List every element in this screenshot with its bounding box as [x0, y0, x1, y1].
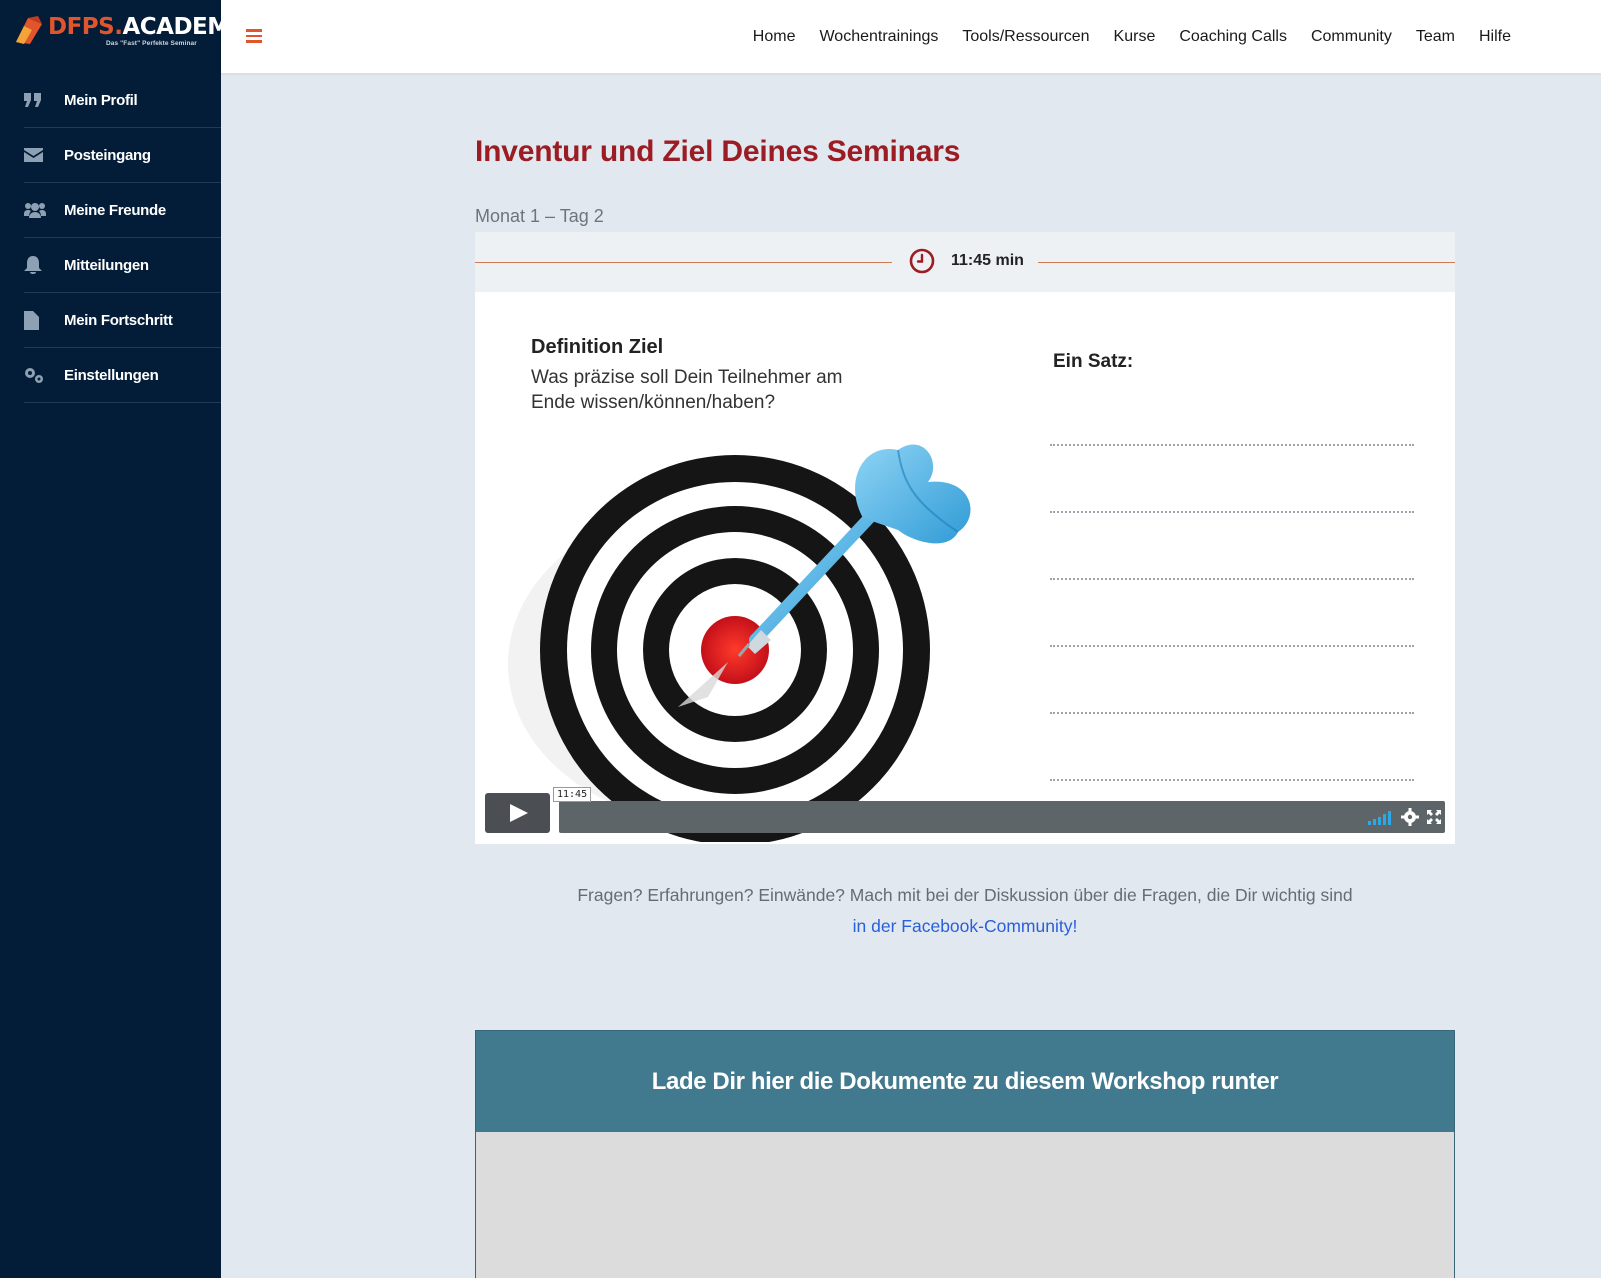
nav-hilfe[interactable]: Hilfe: [1479, 28, 1511, 46]
documents-box: Lade Dir hier die Dokumente zu diesem Wo…: [475, 1030, 1455, 1278]
menu-toggle-icon[interactable]: [246, 29, 262, 43]
duration-bar: 11:45 min: [475, 232, 1455, 292]
lesson-subtitle: Monat 1 – Tag 2: [475, 206, 604, 226]
brand-logo[interactable]: DFPS.ACADEMY Das "Fast" Perfekte Seminar: [14, 12, 246, 52]
main-nav: Home Wochentrainings Tools/Ressourcen Ku…: [753, 0, 1511, 73]
duration-label: 11:45 min: [951, 252, 1024, 269]
video-player[interactable]: Definition Ziel Was präzise soll Dein Te…: [475, 292, 1455, 844]
nav-community[interactable]: Community: [1311, 28, 1392, 46]
sidebar: DFPS.ACADEMY Das "Fast" Perfekte Seminar…: [0, 0, 246, 1278]
users-icon: [24, 200, 64, 220]
slide-question: Was präzise soll Dein Teilnehmer am Ende…: [531, 367, 843, 413]
nav-home[interactable]: Home: [753, 28, 796, 46]
facebook-community-link[interactable]: in der Facebook-Community!: [853, 916, 1078, 936]
brand-wordmark: DFPS.ACADEMY: [48, 14, 246, 40]
slide-heading: Definition Ziel: [531, 336, 664, 358]
quote-icon: [24, 90, 64, 110]
clock-icon: [909, 248, 935, 274]
answer-line: [1050, 779, 1414, 781]
discussion-prompt: Fragen? Erfahrungen? Einwände? Mach mit …: [475, 880, 1455, 942]
slide-right-label: Ein Satz:: [1053, 351, 1134, 372]
divider-line: [1038, 262, 1455, 263]
envelope-icon: [24, 145, 64, 165]
logo-mark-icon: [16, 16, 42, 44]
documents-heading: Lade Dir hier die Dokumente zu diesem Wo…: [651, 1067, 1279, 1095]
play-button[interactable]: [485, 793, 550, 833]
brand-name-part1: DFPS.: [48, 14, 123, 40]
volume-icon[interactable]: [1368, 809, 1394, 825]
settings-gear-icon[interactable]: [1401, 808, 1419, 826]
sidebar-item-label: Posteingang: [64, 146, 151, 164]
sidebar-item-posteingang[interactable]: Posteingang: [24, 128, 221, 183]
nav-tools-ressourcen[interactable]: Tools/Ressourcen: [962, 28, 1089, 46]
nav-wochentrainings[interactable]: Wochentrainings: [819, 28, 938, 46]
sidebar-item-label: Meine Freunde: [64, 201, 166, 219]
fullscreen-icon[interactable]: [1427, 810, 1441, 824]
video-controls: 11:45: [485, 787, 1445, 835]
sidebar-item-mitteilungen[interactable]: Mitteilungen: [24, 238, 221, 293]
file-icon: [24, 310, 64, 330]
answer-line: [1050, 444, 1414, 446]
sidebar-item-mein-profil[interactable]: Mein Profil: [24, 73, 221, 128]
answer-line: [1050, 645, 1414, 647]
answer-line: [1050, 578, 1414, 580]
divider-line: [475, 262, 892, 263]
documents-header: Lade Dir hier die Dokumente zu diesem Wo…: [476, 1031, 1454, 1132]
sidebar-item-meine-freunde[interactable]: Meine Freunde: [24, 183, 221, 238]
brand-tagline: Das "Fast" Perfekte Seminar: [106, 40, 197, 47]
sidebar-item-mein-fortschritt[interactable]: Mein Fortschritt: [24, 293, 221, 348]
sidebar-menu: Mein Profil Posteingang Meine Freunde Mi…: [24, 73, 221, 403]
answer-line: [1050, 712, 1414, 714]
answer-line: [1050, 511, 1414, 513]
time-tooltip: 11:45: [553, 787, 592, 802]
sidebar-item-label: Mitteilungen: [64, 256, 149, 274]
sidebar-item-label: Mein Fortschritt: [64, 311, 173, 329]
nav-team[interactable]: Team: [1416, 28, 1455, 46]
nav-coaching-calls[interactable]: Coaching Calls: [1179, 28, 1287, 46]
dartboard-illustration: [508, 444, 971, 842]
bell-icon: [24, 255, 64, 275]
gears-icon: [24, 365, 64, 385]
page-title: Inventur und Ziel Deines Seminars: [475, 135, 961, 168]
sidebar-item-label: Mein Profil: [64, 91, 138, 109]
discussion-text: Fragen? Erfahrungen? Einwände? Mach mit …: [577, 885, 1353, 905]
nav-kurse[interactable]: Kurse: [1114, 28, 1156, 46]
sidebar-item-einstellungen[interactable]: Einstellungen: [24, 348, 221, 403]
top-header: Home Wochentrainings Tools/Ressourcen Ku…: [221, 0, 1601, 73]
sidebar-item-label: Einstellungen: [64, 366, 159, 384]
video-progress-bar[interactable]: [559, 801, 1445, 833]
